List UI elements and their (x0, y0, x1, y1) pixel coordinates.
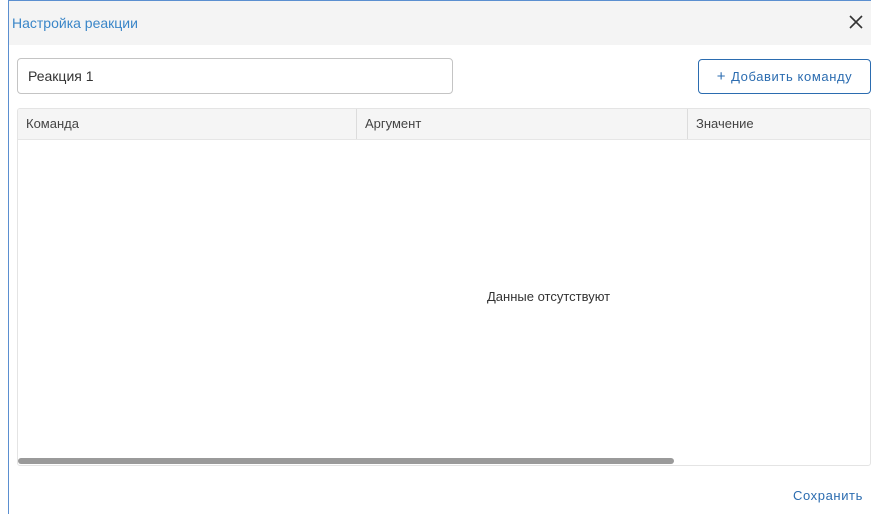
add-command-label: Добавить команду (731, 69, 853, 84)
table-header: Команда Аргумент Значение (18, 109, 870, 140)
column-header-command[interactable]: Команда (18, 109, 356, 139)
dialog-titlebar: Настройка реакции (9, 1, 871, 45)
reaction-settings-dialog: Настройка реакции + Добавить команду Ком… (8, 0, 871, 514)
horizontal-scrollbar[interactable] (18, 458, 674, 464)
save-button[interactable]: Сохранить (793, 488, 863, 503)
column-header-value[interactable]: Значение (687, 109, 870, 139)
plus-icon: + (716, 68, 727, 85)
dialog-title: Настройка реакции (12, 15, 138, 31)
reaction-name-input[interactable] (17, 58, 453, 94)
column-header-argument[interactable]: Аргумент (356, 109, 687, 139)
commands-table: Команда Аргумент Значение Данные отсутст… (17, 108, 871, 466)
close-icon[interactable] (845, 11, 867, 33)
add-command-button[interactable]: + Добавить команду (698, 59, 871, 94)
empty-state-text: Данные отсутствуют (487, 289, 611, 304)
